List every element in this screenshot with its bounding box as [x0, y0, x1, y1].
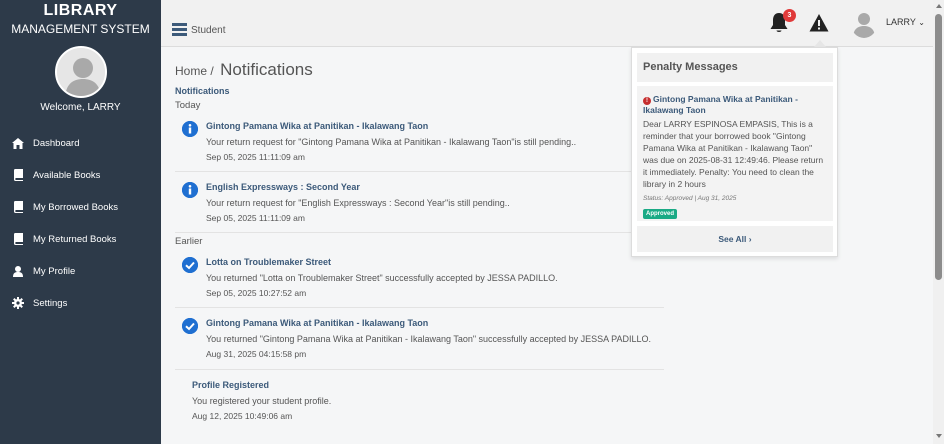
- notification-item[interactable]: Gintong Pamana Wika at Panitikan - Ikala…: [175, 121, 664, 172]
- user-menu-button[interactable]: LARRY ⌄: [886, 17, 925, 27]
- notification-count-badge: 3: [783, 9, 796, 22]
- status-badge: Approved: [643, 209, 678, 219]
- sidebar: LIBRARY MANAGEMENT SYSTEM Welcome, LARRY…: [0, 0, 161, 444]
- notification-message: You returned "Lotta on Troublemaker Stre…: [206, 273, 558, 283]
- dropdown-caret: [814, 40, 826, 47]
- book-icon: [12, 201, 24, 213]
- sidebar-nav: Dashboard Available Books My Borrowed Bo…: [0, 127, 161, 319]
- notification-item[interactable]: Lotta on Troublemaker Street You returne…: [175, 257, 664, 308]
- sidebar-item-settings[interactable]: Settings: [0, 287, 161, 319]
- sidebar-item-dashboard[interactable]: Dashboard: [0, 127, 161, 159]
- sidebar-item-my-borrowed-books[interactable]: My Borrowed Books: [0, 191, 161, 223]
- notification-item[interactable]: English Expressways : Second Year Your r…: [175, 182, 664, 233]
- sidebar-item-my-returned-books[interactable]: My Returned Books: [0, 223, 161, 255]
- check-icon: [182, 257, 198, 273]
- info-icon: [182, 182, 198, 198]
- notification-message: You returned "Gintong Pamana Wika at Pan…: [206, 334, 651, 344]
- notification-item[interactable]: Gintong Pamana Wika at Panitikan - Ikala…: [175, 318, 664, 370]
- scrollbar[interactable]: [933, 0, 944, 444]
- breadcrumb-home-link[interactable]: Home /: [175, 64, 214, 78]
- penalty-title-text: Gintong Pamana Wika at Panitikan - Ikala…: [643, 94, 798, 115]
- notification-time: Sep 05, 2025 10:27:52 am: [206, 288, 307, 298]
- scroll-down-arrow-icon[interactable]: [936, 434, 942, 438]
- scrollbar-thumb[interactable]: [935, 14, 942, 280]
- penalty-header: Penalty Messages: [637, 53, 833, 82]
- sidebar-item-label: Dashboard: [33, 137, 80, 149]
- check-icon: [182, 318, 198, 334]
- page-title: Notifications: [220, 60, 313, 79]
- penalty-body: Dear LARRY ESPINOSA EMPASIS, This is a r…: [643, 119, 824, 189]
- sidebar-item-label: My Borrowed Books: [33, 201, 119, 213]
- notification-message: Your return request for "Gintong Pamana …: [206, 137, 577, 147]
- menu-toggle-icon[interactable]: [172, 23, 187, 37]
- book-icon: [12, 233, 24, 245]
- notification-time: Sep 05, 2025 11:11:09 am: [206, 213, 305, 223]
- notification-title: English Expressways : Second Year: [206, 182, 360, 192]
- sidebar-item-my-profile[interactable]: My Profile: [0, 255, 161, 287]
- avatar-silhouette-icon: [851, 10, 877, 38]
- notification-item[interactable]: Profile Registered You registered your s…: [175, 380, 664, 430]
- exclamation-icon: !: [643, 97, 651, 105]
- sidebar-item-available-books[interactable]: Available Books: [0, 159, 161, 191]
- see-all-link[interactable]: See All ›: [637, 226, 833, 252]
- user-name: LARRY: [886, 17, 916, 27]
- chevron-down-icon: ⌄: [918, 18, 925, 27]
- breadcrumb: Home / Notifications: [175, 60, 313, 80]
- penalty-title: ! Gintong Pamana Wika at Panitikan - Ikal…: [643, 94, 827, 116]
- notification-message: Your return request for "English Express…: [206, 198, 510, 208]
- book-icon: [12, 169, 24, 181]
- topbar-title: Student: [191, 25, 226, 36]
- scroll-up-arrow-icon[interactable]: [936, 4, 942, 8]
- info-icon: [182, 121, 198, 137]
- notification-title: Lotta on Troublemaker Street: [206, 257, 332, 267]
- group-label-earlier: Earlier: [175, 236, 203, 247]
- warning-icon[interactable]: [809, 13, 829, 33]
- group-label-today: Today: [175, 100, 201, 111]
- notification-time: Aug 31, 2025 04:15:58 pm: [206, 349, 307, 359]
- avatar-silhouette-icon: [56, 48, 105, 96]
- section-label: Notifications: [175, 86, 230, 96]
- sidebar-item-label: Available Books: [33, 169, 101, 181]
- notification-time: Sep 05, 2025 11:11:09 am: [206, 152, 305, 162]
- avatar: [54, 46, 107, 98]
- user-icon: [12, 265, 24, 277]
- gear-icon: [12, 297, 24, 309]
- notification-title: Gintong Pamana Wika at Panitikan - Ikala…: [206, 318, 429, 328]
- user-avatar[interactable]: [851, 10, 877, 38]
- sidebar-item-label: My Profile: [33, 265, 76, 277]
- brand: LIBRARY MANAGEMENT SYSTEM: [0, 0, 161, 38]
- notification-time: Aug 12, 2025 10:49:06 am: [192, 411, 293, 421]
- sidebar-item-label: My Returned Books: [33, 233, 117, 245]
- brand-title: LIBRARY: [43, 2, 118, 19]
- notification-message: You registered your student profile.: [192, 396, 332, 406]
- notification-title: Profile Registered: [192, 380, 270, 390]
- welcome-text: Welcome, LARRY: [40, 102, 121, 113]
- penalty-status: Status: Approved | Aug 31, 2025: [643, 195, 737, 202]
- home-icon: [12, 137, 24, 149]
- brand-subtitle: MANAGEMENT SYSTEM: [11, 22, 150, 36]
- notification-title: Gintong Pamana Wika at Panitikan - Ikala…: [206, 121, 429, 131]
- penalty-message-item[interactable]: ! Gintong Pamana Wika at Panitikan - Ikal…: [637, 86, 833, 221]
- penalty-dropdown: Penalty Messages ! Gintong Pamana Wika at…: [631, 47, 838, 257]
- sidebar-item-label: Settings: [33, 297, 68, 309]
